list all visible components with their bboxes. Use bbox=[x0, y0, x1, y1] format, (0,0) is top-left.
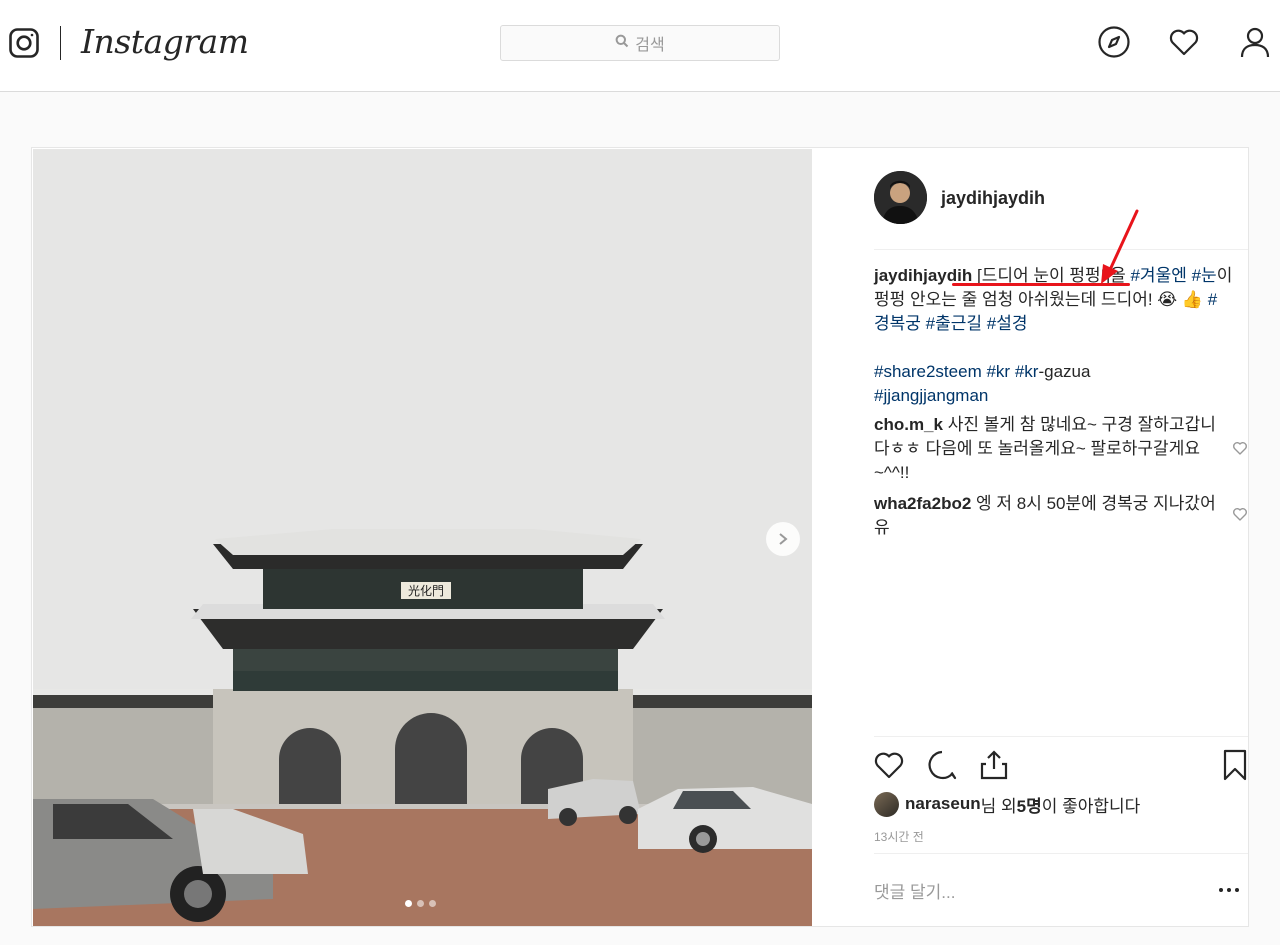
owner-username[interactable]: jaydihjaydih bbox=[941, 188, 1045, 209]
hashtag-link[interactable]: #share2steem bbox=[874, 362, 982, 381]
likes-text: 이 좋아합니다 bbox=[1041, 796, 1141, 816]
instagram-glyph-icon[interactable] bbox=[8, 27, 40, 59]
divider bbox=[874, 736, 1248, 737]
carousel-dots bbox=[405, 900, 436, 907]
signboard-text: 光化門 bbox=[408, 584, 444, 598]
post-card: 光化門 jaydihjaydih jaydihjaydih [드디어 눈이 펑펑… bbox=[31, 147, 1249, 927]
heart-icon[interactable] bbox=[1167, 25, 1201, 59]
instagram-wordmark[interactable]: Instagram bbox=[81, 22, 249, 61]
likes-count[interactable]: 5명 bbox=[1017, 792, 1042, 817]
carousel-dot bbox=[429, 900, 436, 907]
comment-like-heart-icon[interactable] bbox=[1232, 506, 1248, 522]
carousel-dot bbox=[417, 900, 424, 907]
likes-summary: naraseun 님 외 5명 이 좋아합니다 bbox=[874, 791, 1140, 817]
logo-divider bbox=[60, 26, 61, 60]
like-heart-icon[interactable] bbox=[872, 748, 906, 782]
profile-icon[interactable] bbox=[1238, 25, 1272, 59]
liker-avatar[interactable] bbox=[874, 791, 899, 817]
hashtag-link[interactable]: #출근길 bbox=[926, 314, 982, 333]
hashtag-link[interactable]: # bbox=[1208, 290, 1217, 309]
liker-username[interactable]: naraseun bbox=[905, 794, 981, 814]
bookmark-icon[interactable] bbox=[1218, 748, 1252, 782]
hashtag-link[interactable]: 경복궁 bbox=[874, 314, 921, 333]
caption-text: -gazua bbox=[1038, 362, 1091, 381]
comment: cho.m_k 사진 볼게 참 많네요~ 구경 잘하고갑니다ㅎㅎ 다음에 또 놀… bbox=[874, 413, 1224, 485]
search-icon bbox=[615, 34, 629, 53]
carousel-next-button[interactable] bbox=[766, 522, 800, 556]
likes-text: 님 외 bbox=[980, 796, 1017, 816]
post-photo[interactable]: 光化門 bbox=[33, 149, 812, 926]
search-placeholder: 검색 bbox=[635, 37, 665, 54]
add-comment-input[interactable]: 댓글 달기... bbox=[874, 878, 955, 903]
top-nav: Instagram 검색 bbox=[0, 0, 1280, 92]
hashtag-link[interactable]: #설경 bbox=[987, 314, 1028, 333]
compass-icon[interactable] bbox=[1097, 25, 1131, 59]
hashtag-link[interactable]: #jjangjjangman bbox=[874, 386, 988, 405]
search-input[interactable]: 검색 bbox=[500, 25, 780, 61]
annotation-arrow-icon bbox=[1101, 209, 1139, 284]
divider bbox=[874, 249, 1248, 250]
comment-bubble-icon[interactable] bbox=[925, 748, 959, 782]
hashtag-link[interactable]: #kr bbox=[1015, 362, 1039, 381]
share-upload-icon[interactable] bbox=[977, 748, 1011, 782]
hashtag-link[interactable]: #kr bbox=[986, 362, 1010, 381]
carousel-dot-active bbox=[405, 900, 412, 907]
comment-username[interactable]: wha2fa2bo2 bbox=[874, 494, 971, 513]
gwanghwamun-photo: 光化門 bbox=[33, 149, 812, 926]
more-options-icon[interactable] bbox=[1219, 880, 1249, 900]
comment: wha2fa2bo2 엥 저 8시 50분에 경복궁 지나갔어유 bbox=[874, 492, 1224, 540]
hashtag-link[interactable]: #눈 bbox=[1192, 266, 1217, 285]
post-sidebar: jaydihjaydih jaydihjaydih [드디어 눈이 펑펑!]올 … bbox=[843, 148, 1248, 926]
post-timestamp[interactable]: 13시간 전 bbox=[874, 828, 924, 845]
chevron-right-icon bbox=[779, 533, 788, 545]
divider bbox=[874, 853, 1248, 854]
owner-avatar[interactable] bbox=[874, 171, 927, 224]
comment-username[interactable]: cho.m_k bbox=[874, 415, 943, 434]
comment-like-heart-icon[interactable] bbox=[1232, 440, 1248, 456]
